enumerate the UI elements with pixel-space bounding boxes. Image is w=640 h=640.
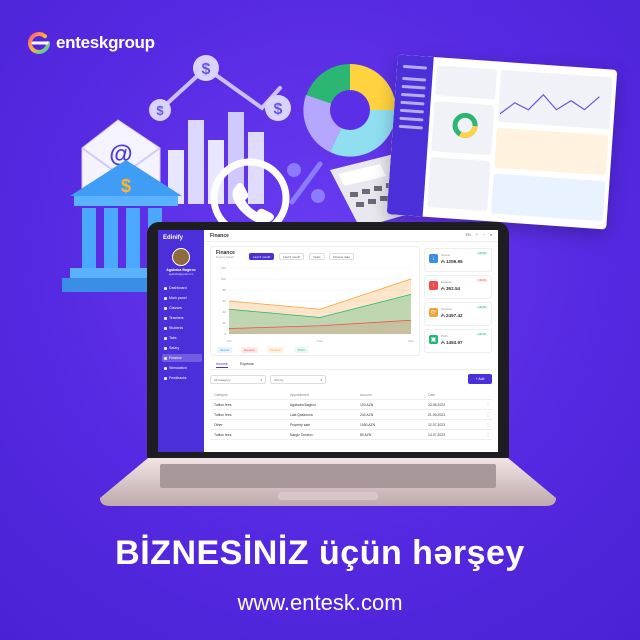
floating-dashboard-preview bbox=[386, 54, 618, 230]
sidebar-item-feedbacks[interactable]: Feedbacks bbox=[162, 374, 202, 382]
table-row[interactable]: Tuition fees Lala Qasimova 240 AZN 21.09… bbox=[210, 410, 492, 420]
legend-income[interactable]: Income bbox=[217, 347, 233, 353]
chevron-down-icon: ▾ bbox=[320, 377, 322, 382]
more-options-icon[interactable]: ⋮ bbox=[486, 422, 490, 427]
y-tick-label: 60 bbox=[223, 299, 227, 303]
more-options-icon[interactable]: ⋮ bbox=[486, 412, 490, 417]
app-sidebar: Edinify Agababa Bagirov agababa@gmail.co… bbox=[158, 230, 204, 452]
tab-income[interactable]: Income bbox=[216, 362, 228, 368]
refresh-icon: ⟳ bbox=[429, 308, 438, 317]
sidebar-item-students[interactable]: Students bbox=[162, 324, 202, 332]
feedbacks-icon bbox=[164, 376, 167, 380]
app-logo[interactable]: Edinify bbox=[163, 235, 183, 241]
avatar[interactable] bbox=[172, 248, 190, 266]
y-tick-label: 80 bbox=[223, 288, 227, 292]
finance-icon bbox=[164, 356, 167, 360]
language-select[interactable]: EN bbox=[466, 233, 471, 237]
table-header: Category Appointment Amount Date bbox=[210, 390, 492, 400]
floating-donut-chart bbox=[452, 112, 478, 138]
more-options-icon[interactable]: ⋮ bbox=[486, 402, 490, 407]
stimulation-icon bbox=[164, 366, 167, 370]
salary-icon bbox=[164, 346, 167, 350]
filter-last-3-month[interactable]: Last 3 month bbox=[249, 253, 275, 260]
finance-area-chart: 120 100 80 60 40 20 0Jan Feb Mar bbox=[221, 266, 414, 343]
y-tick-label: 120 bbox=[221, 266, 226, 270]
finance-table: Category Appointment Amount Date Tuition… bbox=[210, 390, 492, 440]
tabs-icon bbox=[164, 336, 167, 340]
svg-text:$: $ bbox=[202, 61, 211, 78]
add-button[interactable]: + Add bbox=[468, 374, 492, 384]
topbar-actions: EN ? ◔ ● bbox=[466, 233, 492, 237]
dollar-coin-icon: $ bbox=[149, 99, 171, 121]
website-url[interactable]: www.entesk.com bbox=[0, 590, 640, 616]
sidebar-item-finance[interactable]: Finance bbox=[162, 354, 202, 362]
filter-choose-date[interactable]: Choose date bbox=[329, 253, 355, 260]
user-icon[interactable]: ● bbox=[490, 233, 492, 237]
table-row[interactable]: Tuition fees Agababa Bagirov 100 AZN 23.… bbox=[210, 400, 492, 410]
stat-income: ↓ Income ₼ 1259.95 +30.3% bbox=[424, 248, 492, 272]
sidebar-item-main-panel[interactable]: Main panel bbox=[162, 294, 202, 302]
stat-expense: ↑ Expense ₼ 362.54 -30.3% bbox=[424, 275, 492, 299]
sidebar-item-teachers[interactable]: Teachers bbox=[162, 314, 202, 322]
table-row[interactable]: Tuition fees Nargiz Omarov 80 AZN 14.07.… bbox=[210, 430, 492, 440]
help-icon[interactable]: ? bbox=[476, 233, 478, 237]
y-tick-label: 100 bbox=[221, 277, 226, 281]
sidebar-item-salary[interactable]: Salary bbox=[162, 344, 202, 352]
user-email: agababa@gmail.com bbox=[168, 273, 194, 276]
sidebar-item-classes[interactable]: Classes bbox=[162, 304, 202, 312]
x-tick-label: Mar bbox=[408, 339, 413, 343]
laptop-screen: Edinify Agababa Bagirov agababa@gmail.co… bbox=[158, 230, 498, 452]
bell-icon[interactable]: ◔ bbox=[483, 233, 485, 237]
chevron-down-icon: ▾ bbox=[260, 377, 262, 382]
y-tick-label: 0 bbox=[224, 332, 226, 336]
classes-icon bbox=[164, 306, 167, 310]
x-tick-label: Feb bbox=[317, 339, 323, 343]
floating-line-chart bbox=[499, 93, 600, 115]
laptop-base bbox=[100, 458, 556, 506]
user-name: Agababa Bagirov bbox=[166, 268, 196, 272]
stat-profit: ▣ Profit ₼ 1453.97 +30.3% bbox=[424, 329, 492, 353]
legend-profit[interactable]: Profit bbox=[295, 347, 308, 353]
dollar-coin-icon: $ bbox=[265, 95, 291, 121]
svg-text:$: $ bbox=[121, 176, 131, 196]
legend-turnover[interactable]: Turnover bbox=[267, 347, 285, 353]
filter-last-6-month[interactable]: Last 6 month bbox=[279, 253, 305, 260]
page-title: Finance bbox=[210, 233, 229, 239]
sidebar-item-dashboard[interactable]: Dashboard bbox=[162, 284, 202, 292]
headline: BİZNESİNİZ üçün hərşey bbox=[115, 534, 525, 572]
wallet-icon: ▣ bbox=[429, 335, 438, 344]
finance-card-subtitle: Finance Details bbox=[216, 256, 234, 259]
app-topbar: Finance EN ? ◔ ● bbox=[204, 230, 498, 242]
legend-expense[interactable]: Expense bbox=[241, 347, 258, 353]
dollar-coin-icon: $ bbox=[193, 55, 219, 81]
panel-icon bbox=[164, 296, 167, 300]
table-row[interactable]: Other Property sale 1050 AZN 12.07.2023 … bbox=[210, 420, 492, 430]
x-tick-label: Jan bbox=[227, 339, 232, 343]
y-tick-label: 40 bbox=[223, 310, 227, 314]
sort-select[interactable]: Sort by ▾ bbox=[270, 375, 326, 384]
finance-tabs: Income Expense bbox=[210, 360, 492, 370]
svg-text:$: $ bbox=[274, 101, 283, 118]
floating-dashboard-main bbox=[427, 61, 613, 225]
category-select[interactable]: All Category ▾ bbox=[210, 375, 266, 384]
donut-chart-icon bbox=[303, 64, 397, 157]
percent-icon bbox=[287, 161, 325, 205]
arrow-up-icon: ↑ bbox=[429, 281, 438, 290]
y-tick-label: 20 bbox=[223, 321, 227, 325]
arrow-down-icon: ↓ bbox=[429, 254, 438, 263]
stat-turnover: ⟳ Turnover ₼ 2497.42 +30.3% bbox=[424, 302, 492, 326]
finance-chart-card: Finance Finance Details Last 3 month Las… bbox=[210, 246, 420, 356]
svg-text:$: $ bbox=[156, 103, 164, 118]
tab-expense[interactable]: Expense bbox=[240, 362, 254, 366]
sidebar-item-tabs[interactable]: Tabs bbox=[162, 334, 202, 342]
dashboard-icon bbox=[164, 286, 167, 290]
students-icon bbox=[164, 326, 167, 330]
filter-years[interactable]: Years bbox=[309, 253, 325, 260]
sidebar-item-stimulation[interactable]: Stimulation bbox=[162, 364, 202, 372]
trend-line bbox=[158, 65, 282, 112]
more-options-icon[interactable]: ⋮ bbox=[486, 432, 490, 437]
teachers-icon bbox=[164, 316, 167, 320]
